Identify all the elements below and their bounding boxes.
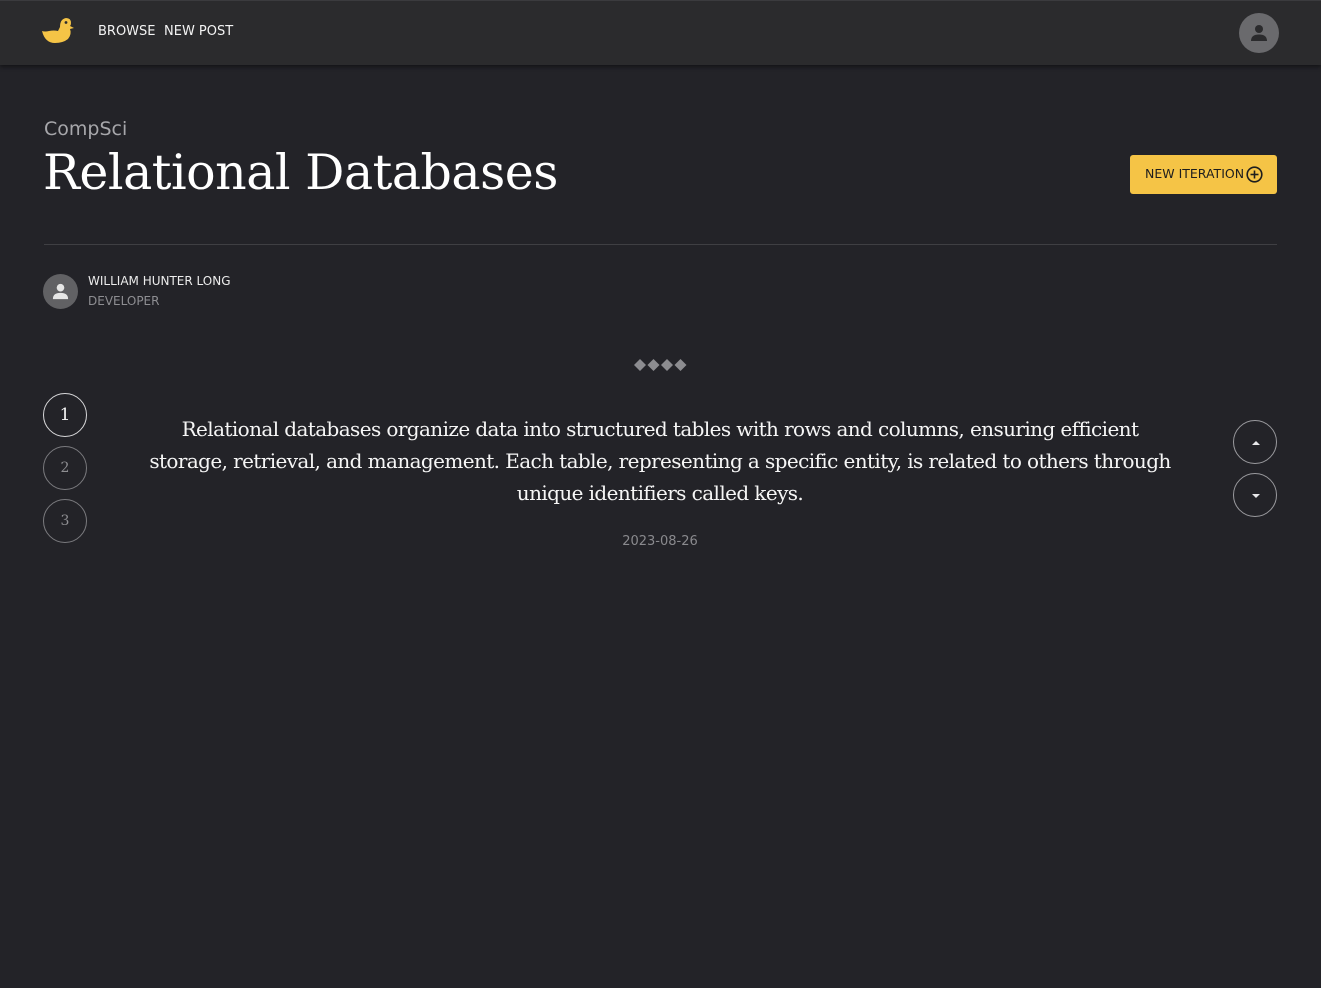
post-date: 2023-08-26	[622, 534, 698, 549]
iteration-button-3[interactable]: 3	[43, 499, 87, 543]
nav-new-post-link[interactable]: NEW POST	[164, 24, 233, 39]
nav-browse-link[interactable]: BROWSE	[98, 24, 156, 39]
caret-up-icon	[1252, 441, 1260, 445]
author-name: WILLIAM HUNTER LONG	[88, 274, 231, 288]
person-icon	[52, 283, 69, 300]
iteration-button-2[interactable]: 2	[43, 446, 87, 490]
page-title: Relational Databases	[43, 144, 558, 201]
caret-down-icon	[1252, 494, 1260, 498]
top-bar: BROWSE NEW POST	[0, 0, 1321, 65]
post-body: Relational databases organize data into …	[149, 417, 1171, 505]
account-icon	[1251, 25, 1267, 41]
account-button[interactable]	[1239, 13, 1279, 53]
post-category: CompSci	[44, 118, 128, 140]
duck-logo-icon[interactable]	[40, 15, 76, 45]
author-role: DEVELOPER	[88, 294, 160, 308]
plus-circle-icon	[1246, 166, 1263, 183]
author-avatar	[43, 274, 78, 309]
diamond-ornament-icon	[634, 359, 687, 371]
header-divider	[44, 244, 1277, 245]
new-iteration-label: NEW ITERATION	[1145, 166, 1245, 181]
downvote-button[interactable]	[1233, 473, 1277, 517]
iteration-button-1[interactable]: 1	[43, 393, 87, 437]
new-iteration-button[interactable]: NEW ITERATION	[1130, 155, 1277, 194]
upvote-button[interactable]	[1233, 420, 1277, 464]
